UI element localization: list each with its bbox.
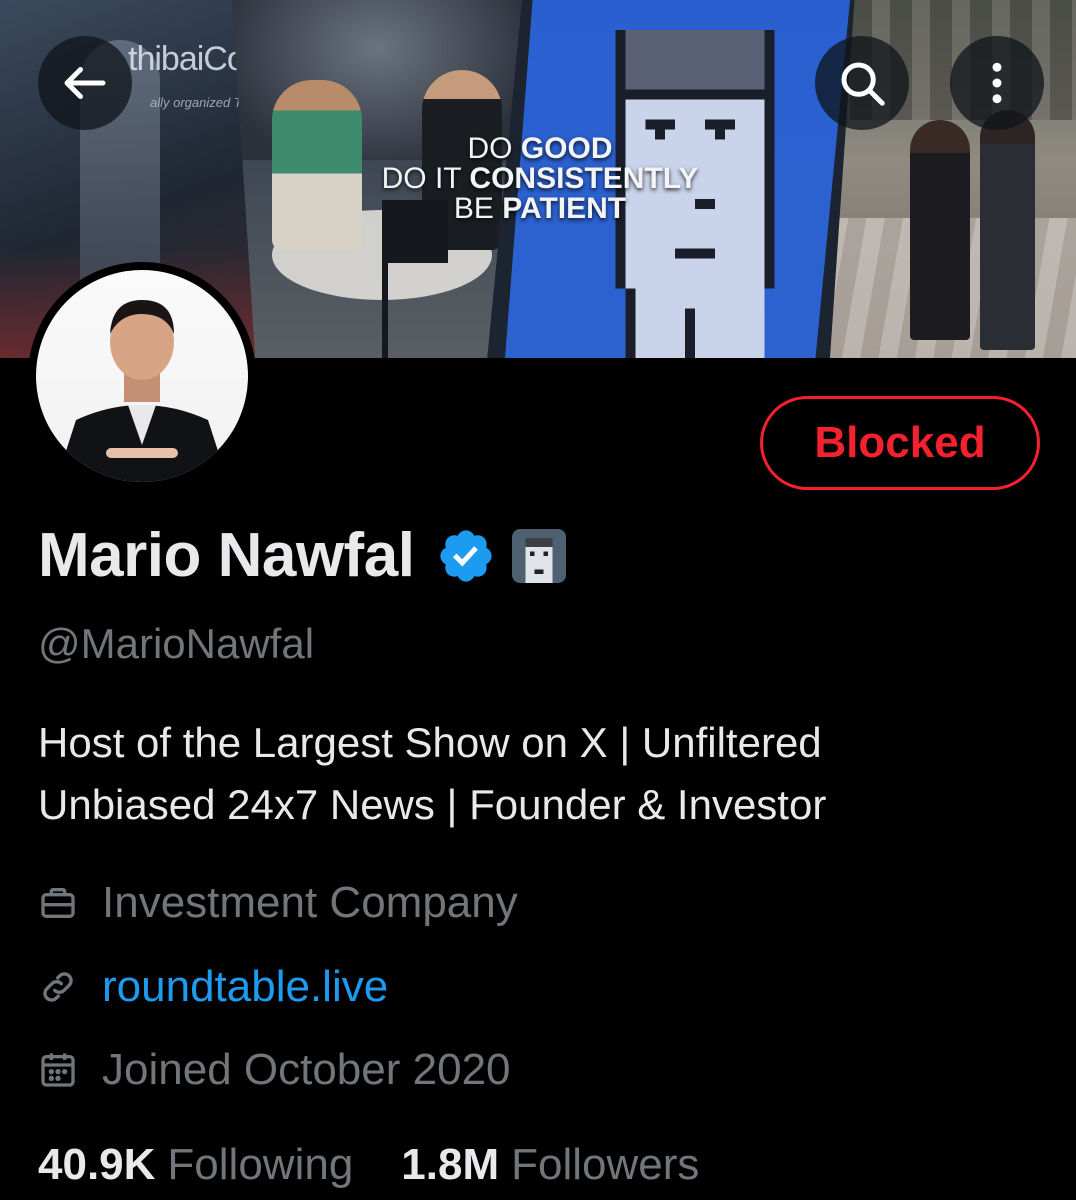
category-label: Investment Company bbox=[102, 878, 518, 927]
verified-badge-icon[interactable] bbox=[436, 526, 496, 586]
following-label: Following bbox=[167, 1140, 354, 1189]
joined-date: Joined October 2020 bbox=[102, 1045, 511, 1094]
bio-line-1: Host of the Largest Show on X | Unfilter… bbox=[38, 719, 822, 766]
link-icon bbox=[43, 972, 73, 1002]
calendar-icon bbox=[41, 1053, 75, 1087]
profile-handle: @MarioNawfal bbox=[38, 620, 315, 667]
arrow-left-icon bbox=[64, 67, 106, 99]
follow-stats: 40.9K Following 1.8M Followers bbox=[38, 1140, 747, 1190]
display-name: Mario Nawfal bbox=[38, 521, 415, 590]
following-count: 40.9K bbox=[38, 1140, 156, 1189]
followers-link[interactable]: 1.8M Followers bbox=[401, 1140, 699, 1190]
profile-website[interactable]: roundtable.live bbox=[38, 962, 388, 1012]
more-vertical-icon bbox=[992, 62, 1002, 104]
profile-joined: Joined October 2020 bbox=[38, 1045, 511, 1095]
avatar[interactable] bbox=[28, 262, 256, 490]
profile-bio: Host of the Largest Show on X | Unfilter… bbox=[38, 712, 1038, 836]
profile-category: Investment Company bbox=[38, 878, 518, 928]
name-row: Mario Nawfal bbox=[38, 520, 567, 591]
search-icon bbox=[841, 62, 885, 106]
more-options-button[interactable] bbox=[950, 36, 1044, 130]
website-link[interactable]: roundtable.live bbox=[102, 962, 388, 1012]
briefcase-icon bbox=[41, 888, 75, 918]
blocked-button[interactable]: Blocked bbox=[760, 396, 1040, 490]
bio-line-2: Unbiased 24x7 News | Founder & Investor bbox=[38, 781, 827, 828]
search-button[interactable] bbox=[815, 36, 909, 130]
affiliate-punk-icon[interactable] bbox=[512, 528, 567, 583]
followers-count: 1.8M bbox=[401, 1140, 500, 1189]
banner-quote: DO GOOD DO IT CONSISTENTLY BE PATIENT bbox=[381, 132, 699, 225]
back-button[interactable] bbox=[38, 36, 132, 130]
followers-label: Followers bbox=[511, 1140, 700, 1189]
following-link[interactable]: 40.9K Following bbox=[38, 1140, 353, 1190]
